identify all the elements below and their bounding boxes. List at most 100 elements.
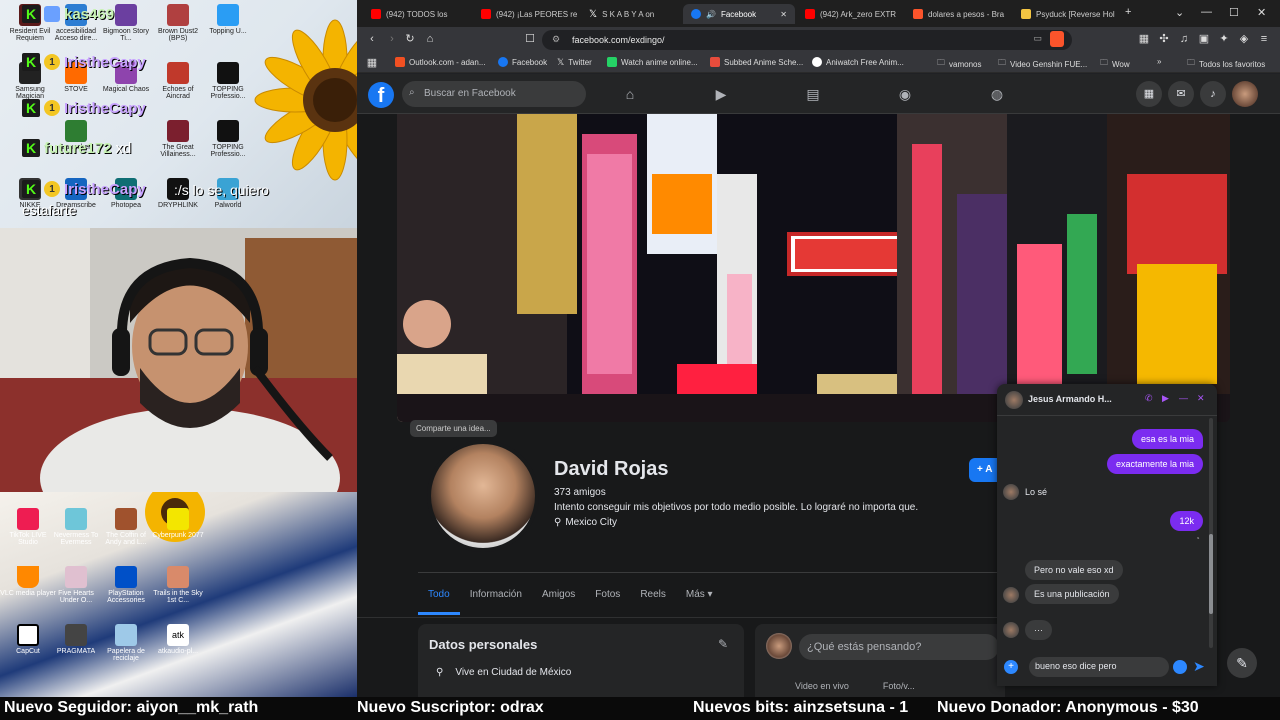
photo-video-button[interactable]: Foto/v... xyxy=(883,681,915,691)
bookmark-item[interactable]: Watch anime online... xyxy=(607,57,698,67)
leo-icon[interactable]: ✦ xyxy=(1217,32,1231,46)
menu-grid-icon[interactable]: ▦ xyxy=(1136,81,1162,107)
minimize-chat-icon[interactable]: — xyxy=(1179,393,1188,403)
chat-message: K future172 xd xyxy=(22,139,131,157)
tab-pokemon[interactable]: Psyduck [Reverse Hol xyxy=(1013,4,1119,24)
reload-icon[interactable]: ↻ xyxy=(403,32,417,46)
desktop-icon[interactable]: Nevermess To Evermess xyxy=(48,508,104,546)
profile-bio: Intento conseguir mis objetivos por todo… xyxy=(554,502,919,513)
share-idea-tooltip[interactable]: Comparte una idea... xyxy=(410,420,497,437)
x-icon: 𝕏 xyxy=(557,57,565,67)
chat-header[interactable]: Jesus Armando H... ✆ ▶ — ✕ xyxy=(997,384,1217,416)
message-input[interactable]: bueno eso dice pero xyxy=(1029,657,1169,677)
account-avatar[interactable] xyxy=(1232,81,1258,107)
bookmark-item[interactable]: Outlook.com - adan... xyxy=(395,57,485,67)
extension-icon[interactable]: ▦ xyxy=(1137,32,1151,46)
recycle-bin-icon[interactable]: Papelera de reciclaje xyxy=(98,624,154,662)
groups-icon[interactable]: ◉ xyxy=(896,85,914,103)
badge-icon xyxy=(44,6,60,22)
home-icon[interactable]: ⌂ xyxy=(621,85,639,103)
post-input[interactable]: ¿Qué estás pensando? xyxy=(799,634,999,660)
puzzle-icon[interactable]: ✣ xyxy=(1157,32,1171,46)
cast-icon[interactable]: ▭ xyxy=(1033,33,1042,44)
phone-icon[interactable]: ✆ xyxy=(1145,393,1153,404)
address-bar[interactable]: ⚙ facebook.com/exdingo/ ▭ xyxy=(542,30,1072,50)
bookmark-item[interactable]: Facebook xyxy=(498,57,547,67)
messenger-icon[interactable]: ✉ xyxy=(1168,81,1194,107)
emoji-icon[interactable] xyxy=(1173,660,1187,674)
facebook-logo-icon[interactable]: f xyxy=(368,82,394,108)
messenger-chat-window: Jesus Armando H... ✆ ▶ — ✕ esa es la mia… xyxy=(997,384,1217,686)
bookmark-folder[interactable]: 🗀 vamonos xyxy=(937,57,981,71)
desktop-icon[interactable]: Echoes of Aincrad xyxy=(150,62,206,100)
edit-pencil-icon[interactable]: ✎ xyxy=(718,637,728,651)
forward-icon[interactable]: › xyxy=(385,32,399,46)
tab-reels[interactable]: Reels xyxy=(630,581,676,615)
bookmark-icon[interactable]: ☐ xyxy=(523,32,537,46)
send-icon[interactable]: ➤ xyxy=(1193,658,1205,675)
bookmark-folder[interactable]: 🗀 Wow xyxy=(1100,57,1130,71)
desktop-icon[interactable]: The Great Villainess... xyxy=(150,120,206,158)
tab-informacion[interactable]: Información xyxy=(460,581,532,615)
desktop-icon[interactable]: Trails in the Sky 1st C... xyxy=(150,566,206,604)
contact-avatar xyxy=(1003,587,1019,603)
cover-photo[interactable] xyxy=(397,114,1230,422)
new-message-icon[interactable]: ✎ xyxy=(1227,648,1257,678)
vpn-icon[interactable]: ◈ xyxy=(1237,32,1251,46)
friend-count[interactable]: 373 amigos xyxy=(554,487,606,498)
tab-search-icon[interactable]: ⌄ xyxy=(1175,6,1184,19)
tab-facebook[interactable]: 🔊 Facebook ✕ xyxy=(683,4,795,24)
desktop-icon[interactable]: Cyberpunk 2077 xyxy=(150,508,206,539)
home-icon[interactable]: ⌂ xyxy=(423,32,437,46)
bookmark-folder[interactable]: 🗀 Video Genshin FUE... xyxy=(998,57,1087,71)
tab-youtube[interactable]: (942) TODOS los xyxy=(363,4,471,24)
tab-todo[interactable]: Todo xyxy=(418,581,460,615)
contact-name[interactable]: Jesus Armando H... xyxy=(1028,394,1112,404)
chat-message: K kas469 xyxy=(22,5,114,23)
tab-x[interactable]: 𝕏S K A B Y A on xyxy=(581,4,681,24)
music-icon[interactable]: ♫ xyxy=(1177,32,1191,46)
close-chat-icon[interactable]: ✕ xyxy=(1197,393,1205,404)
notifications-icon[interactable]: ♪ xyxy=(1200,81,1226,107)
close-tab-icon[interactable]: ✕ xyxy=(780,10,787,19)
gaming-icon[interactable]: ◍ xyxy=(988,85,1006,103)
tab-brave[interactable]: dolares a pesos - Bra xyxy=(905,4,1011,24)
message-bubble: exactamente la mia xyxy=(1106,454,1203,474)
tab-fotos[interactable]: Fotos xyxy=(585,581,630,615)
live-video-button[interactable]: Video en vivo xyxy=(795,681,849,691)
new-tab-icon[interactable]: + xyxy=(1125,6,1131,18)
wallet-icon[interactable]: ▣ xyxy=(1197,32,1211,46)
profile-avatar[interactable] xyxy=(427,440,539,552)
desktop-icon[interactable]: The Coffin of Andy and L... xyxy=(98,508,154,546)
desktop-icon[interactable]: Five Hearts Under O... xyxy=(48,566,104,604)
tab-youtube[interactable]: (942) Ark_zero EXTR xyxy=(797,4,905,24)
add-attachment-icon[interactable]: + xyxy=(1004,660,1018,674)
bookmark-item[interactable]: 𝕏 Twitter xyxy=(557,57,592,68)
all-bookmarks[interactable]: 🗀 Todos los favoritos xyxy=(1187,57,1265,71)
minimize-icon[interactable]: — xyxy=(1201,6,1212,18)
video-call-icon[interactable]: ▶ xyxy=(1162,393,1169,404)
back-icon[interactable]: ‹ xyxy=(365,32,379,46)
apps-icon[interactable]: ▦ xyxy=(365,56,379,70)
chat-scroll-thumb[interactable] xyxy=(1209,534,1213,614)
menu-icon[interactable]: ≡ xyxy=(1257,32,1271,46)
bookmark-item[interactable]: Aniwatch Free Anim... xyxy=(812,57,904,67)
close-window-icon[interactable]: ✕ xyxy=(1257,6,1266,19)
marketplace-icon[interactable]: ▤ xyxy=(804,85,822,103)
post-actions: Video en vivo Foto/v... xyxy=(795,681,915,691)
site-info-icon[interactable]: ⚙ xyxy=(552,34,560,45)
more-bookmarks-icon[interactable]: » xyxy=(1157,57,1161,66)
video-icon[interactable]: ▶ xyxy=(712,85,730,103)
bookmark-item[interactable]: Subbed Anime Sche... xyxy=(710,57,803,67)
playstation-icon[interactable]: PlayStation Accessories xyxy=(98,566,154,604)
desktop-icon[interactable]: Brown Dust2 (BPS) xyxy=(150,4,206,42)
add-story-button[interactable]: + A xyxy=(969,458,999,482)
tab-amigos[interactable]: Amigos xyxy=(532,581,585,615)
tab-youtube[interactable]: (942) ¡Las PEORES re xyxy=(473,4,581,24)
tab-mas[interactable]: Más ▾ xyxy=(676,581,723,615)
maximize-icon[interactable]: ☐ xyxy=(1229,6,1239,19)
desktop-icon[interactable]: PRAGMATA xyxy=(48,624,104,655)
brave-shield-icon[interactable] xyxy=(1050,31,1064,47)
facebook-search-input[interactable]: ⌕ Buscar en Facebook xyxy=(402,81,586,107)
desktop-icon[interactable]: atk atkaudio-pl... xyxy=(150,624,206,655)
